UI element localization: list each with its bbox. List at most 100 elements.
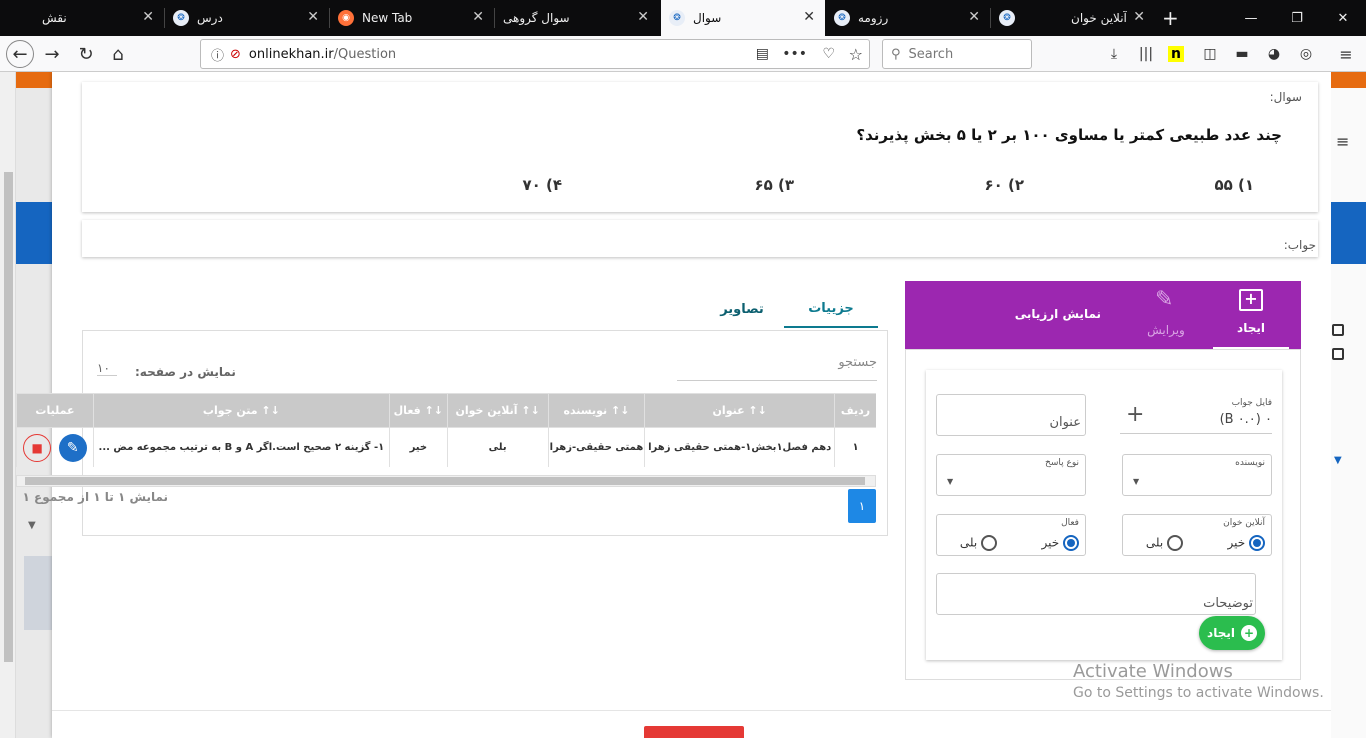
answers-table-wrap: ردیف ↓↑ عنوان ↓↑ نویسنده ↓↑ آنلاین خوان …: [16, 393, 876, 467]
tab-new-tab[interactable]: ◉ New Tab ✕: [330, 0, 494, 36]
active-no-option[interactable]: خیر: [1042, 535, 1079, 551]
tab-label: New Tab: [362, 11, 413, 25]
sidebar-icon[interactable]: ◫: [1200, 44, 1220, 64]
tab-label: سوال: [693, 11, 722, 25]
screen-icon[interactable]: ▬: [1232, 44, 1252, 64]
caret-down-icon: ▼: [1133, 477, 1140, 486]
pencil-icon: ✎: [1155, 287, 1174, 312]
hamburger-icon[interactable]: ≡: [1336, 132, 1349, 151]
reader-view-icon[interactable]: ▤: [756, 46, 769, 62]
radio-icon[interactable]: [1167, 535, 1183, 551]
cell-active: خیر: [388, 427, 448, 467]
caret-down-icon[interactable]: ▼: [1334, 455, 1342, 466]
online-no-option[interactable]: خیر: [1227, 535, 1265, 551]
edit-tab-label: ویرایش: [1147, 323, 1185, 337]
radio-selected-icon[interactable]: [1063, 535, 1079, 551]
close-icon[interactable]: ✕: [307, 10, 319, 24]
tab-images[interactable]: تصاویر: [700, 290, 784, 328]
evaluate-tab[interactable]: نمایش ارزیابی: [1015, 307, 1101, 321]
header-answer-text[interactable]: ↓↑ متن جواب: [92, 393, 390, 428]
tab-details[interactable]: جزییات: [784, 290, 878, 328]
close-icon[interactable]: ✕: [1133, 10, 1145, 24]
back-arrow-icon[interactable]: ←: [6, 40, 34, 68]
tab-group-question[interactable]: سوال گروهی ✕: [495, 0, 659, 36]
header-author[interactable]: ↓↑ نویسنده: [547, 393, 646, 428]
answer-type-select[interactable]: نوع پاسخ ▼: [936, 454, 1086, 496]
edit-tab[interactable]: ✎ ویرایش: [1131, 281, 1201, 349]
restore-icon[interactable]: ❐: [1274, 0, 1320, 36]
sync-icon[interactable]: ◎: [1296, 44, 1316, 64]
download-icon[interactable]: ⤓: [1104, 44, 1124, 64]
tab-label: درس: [197, 11, 223, 25]
delete-icon[interactable]: ■: [23, 433, 52, 462]
create-tab-label: ایجاد: [1237, 321, 1265, 335]
close-icon[interactable]: ✕: [637, 10, 649, 24]
close-icon[interactable]: ✕: [142, 10, 154, 24]
answer-file-field[interactable]: فایل جواب ۰ (B ۰.۰) +: [1120, 392, 1272, 434]
new-tab-plus-icon[interactable]: +: [1162, 6, 1179, 30]
edit-pencil-icon[interactable]: ✎: [58, 433, 87, 462]
table-search-input[interactable]: جستجو: [677, 355, 877, 381]
forward-arrow-icon[interactable]: →: [38, 40, 66, 68]
create-tab[interactable]: + ایجاد: [1213, 281, 1289, 349]
close-icon[interactable]: ✕: [803, 10, 815, 24]
search-input[interactable]: ⚲ Search: [882, 39, 1032, 69]
activate-windows-title: Activate Windows: [1073, 661, 1233, 682]
option-2: ۲) ۶۰: [984, 176, 1024, 194]
checkbox-icon[interactable]: [1332, 348, 1344, 360]
header-title[interactable]: ↓↑ عنوان: [644, 393, 836, 428]
no-label: خیر: [1227, 535, 1246, 550]
library-icon[interactable]: |||: [1136, 44, 1156, 64]
minimize-icon[interactable]: —: [1228, 0, 1274, 36]
answer-card: جواب:: [82, 220, 1318, 257]
tab-role[interactable]: نقش ✕: [0, 0, 164, 36]
reload-icon[interactable]: ↻: [72, 40, 100, 68]
browser-tab-strip: نقش ✕ ❂ درس ✕ ◉ New Tab ✕ سوال گروهی ✕ ❂…: [0, 0, 1366, 36]
add-file-plus-icon[interactable]: +: [1126, 402, 1144, 427]
header-online[interactable]: ↓↑ آنلاین خوان: [446, 393, 549, 428]
tab-lesson[interactable]: ❂ درس ✕: [165, 0, 329, 36]
header-actions: عملیات: [16, 393, 94, 428]
bookmark-star-icon[interactable]: ☆: [849, 45, 863, 64]
radio-icon[interactable]: [981, 535, 997, 551]
author-select[interactable]: نویسنده ▼: [1122, 454, 1272, 496]
form-card: فایل جواب ۰ (B ۰.۰) + عنوان نویسنده ▼ نو…: [926, 370, 1282, 660]
radio-selected-icon[interactable]: [1249, 535, 1265, 551]
side-form-header: + ایجاد ✎ ویرایش نمایش ارزیابی: [905, 281, 1301, 349]
scrollbar-thumb[interactable]: [4, 172, 13, 662]
table-row[interactable]: ۱ دهم فصل۱بخش۱-همتی حقیقی زهرا همتی حقیق…: [16, 427, 876, 467]
title-input[interactable]: عنوان: [936, 394, 1086, 436]
menu-icon[interactable]: ≡: [1336, 44, 1356, 64]
close-icon[interactable]: ✕: [968, 10, 980, 24]
active-yes-option[interactable]: بلی: [960, 535, 997, 551]
home-icon[interactable]: ⌂: [104, 40, 132, 68]
tab-question[interactable]: ❂ سوال ✕: [661, 0, 825, 36]
activate-windows-subtitle: Go to Settings to activate Windows.: [1073, 685, 1324, 701]
checkbox-icon[interactable]: [1332, 324, 1344, 336]
tab-resume[interactable]: ❂ رزومه ✕: [826, 0, 990, 36]
online-yes-option[interactable]: بلی: [1146, 535, 1183, 551]
submit-create-button[interactable]: + ایجاد: [1199, 616, 1265, 650]
address-bar[interactable]: ⓘ ⊘ onlinekhan.ir/Question ▤ ••• ♡ ☆: [200, 39, 870, 69]
caret-down-icon[interactable]: ▼: [28, 520, 36, 531]
page-size-select[interactable]: ۱۰: [97, 361, 117, 376]
online-label: آنلاین خوان: [1223, 518, 1265, 528]
active-label: فعال: [1061, 518, 1079, 528]
description-textarea[interactable]: توضیحات: [936, 573, 1256, 615]
close-dialog-button[interactable]: [644, 726, 744, 738]
scrollbar-thumb[interactable]: [25, 477, 865, 485]
info-icon[interactable]: ⓘ: [211, 45, 224, 64]
yes-label: بلی: [959, 535, 978, 550]
tab-online-khan[interactable]: ❂ آنلاین خوان ✕: [991, 0, 1155, 36]
more-actions-icon[interactable]: •••: [782, 46, 807, 62]
extension-icon[interactable]: n: [1168, 46, 1184, 62]
cell-title: دهم فصل۱بخش۱-همتی حقیقی زهرا: [644, 427, 836, 467]
avatar-icon[interactable]: ◕: [1264, 44, 1284, 64]
header-index[interactable]: ردیف: [834, 393, 876, 428]
close-window-icon[interactable]: ✕: [1320, 0, 1366, 36]
header-active[interactable]: ↓↑ فعال: [388, 393, 448, 428]
page-button-1[interactable]: ۱: [848, 489, 876, 523]
pocket-icon[interactable]: ♡: [822, 46, 835, 62]
horizontal-scrollbar[interactable]: [16, 475, 876, 487]
close-icon[interactable]: ✕: [472, 10, 484, 24]
